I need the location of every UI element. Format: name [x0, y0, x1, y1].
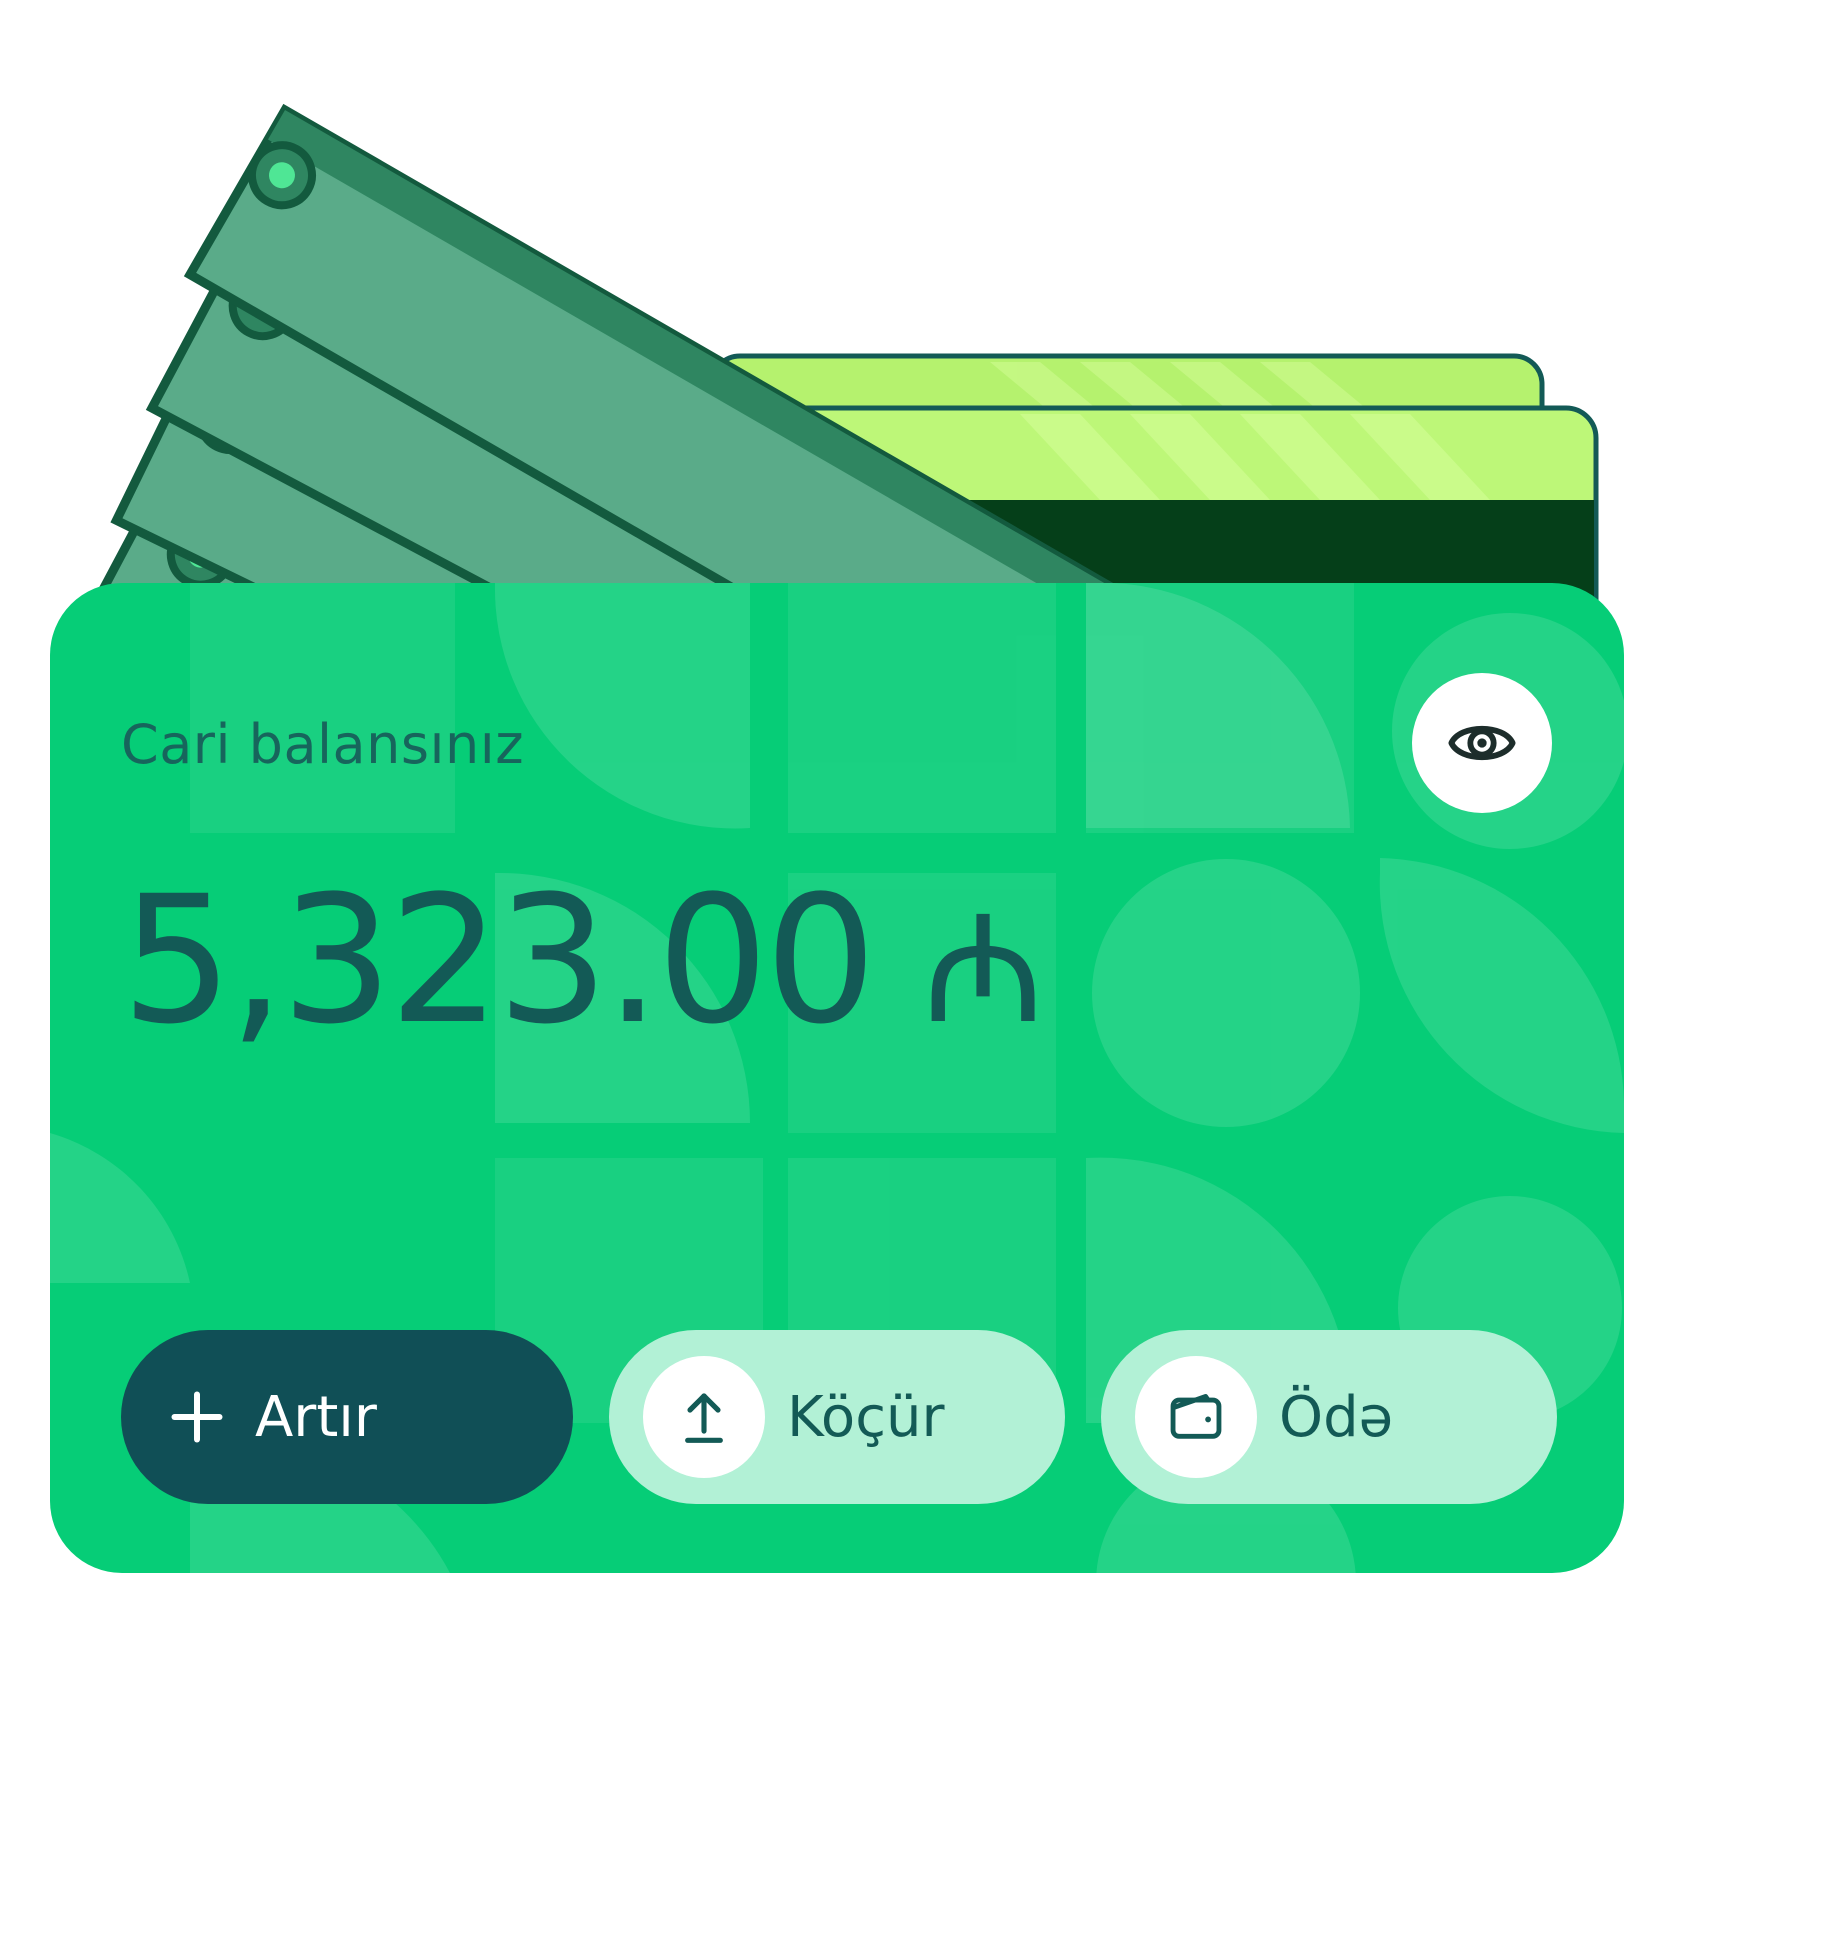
eye-icon: [1448, 725, 1516, 761]
transfer-button[interactable]: Köçür: [609, 1330, 1065, 1504]
transfer-icon-circle: [643, 1356, 765, 1478]
balance-value: 5,323.00: [121, 858, 877, 1063]
balance-amount: 5,323.00 ₼: [121, 873, 1044, 1049]
balance-card: Cari balansınız 5,323.00 ₼ Artır Köçür Ö…: [50, 583, 1624, 1573]
plus-icon: [167, 1387, 227, 1447]
add-funds-button[interactable]: Artır: [121, 1330, 573, 1504]
pay-button[interactable]: Ödə: [1101, 1330, 1557, 1504]
currency-symbol: ₼: [922, 883, 1044, 1057]
wallet-illustration: Cari balansınız 5,323.00 ₼ Artır Köçür Ö…: [0, 0, 1826, 1956]
add-funds-label: Artır: [255, 1384, 377, 1450]
upload-arrow-icon: [685, 1393, 723, 1443]
balance-label: Cari balansınız: [121, 713, 525, 776]
pay-icon-circle: [1135, 1356, 1257, 1478]
wallet-icon: [1170, 1394, 1222, 1439]
transfer-label: Köçür: [787, 1384, 945, 1450]
action-buttons: Artır Köçür Ödə: [121, 1330, 1561, 1504]
toggle-balance-visibility-button[interactable]: [1412, 673, 1552, 813]
pay-label: Ödə: [1279, 1384, 1394, 1450]
